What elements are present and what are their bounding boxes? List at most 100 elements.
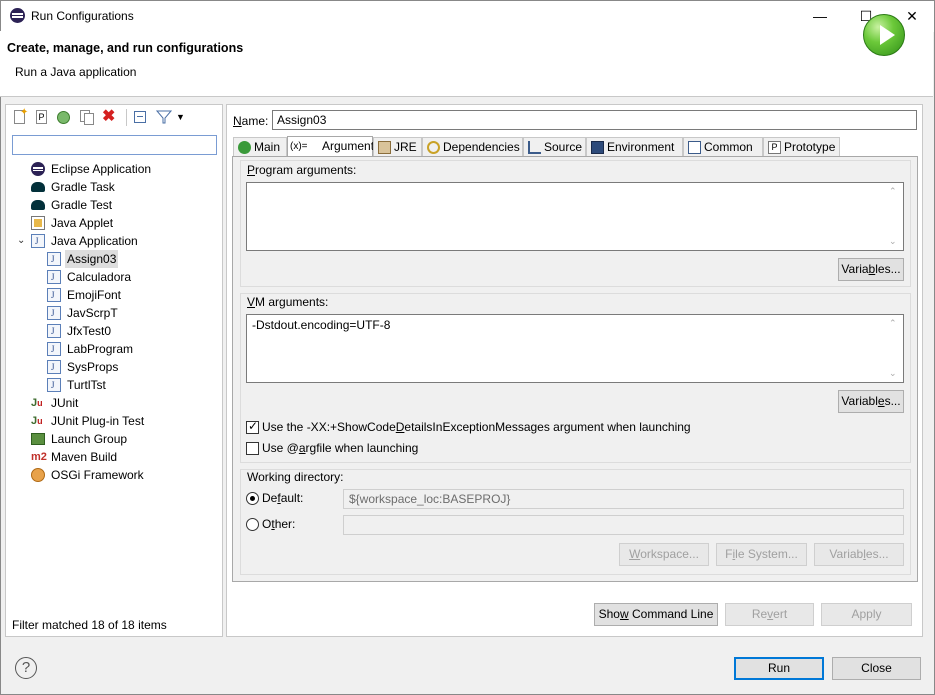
argfile-checkbox[interactable]	[246, 442, 259, 455]
tree-item-sysprops[interactable]: SysProps	[47, 358, 215, 376]
tab-prototype[interactable]: P Prototype	[763, 137, 840, 157]
vm-arguments-label: VM arguments:	[247, 295, 329, 309]
tree-item-label: Assign03	[65, 250, 119, 268]
tree-item-calculadora[interactable]: Calculadora	[47, 268, 215, 286]
gradle-elephant-icon	[31, 200, 45, 210]
java-applet-icon	[31, 216, 45, 230]
tree-item-label: Gradle Test	[51, 198, 113, 212]
toolbar-separator	[126, 109, 127, 126]
vm-arguments-scrollbar[interactable]: ⌃ ⌄	[886, 316, 902, 381]
tree-item-maven-build[interactable]: m2 Maven Build	[31, 448, 215, 466]
java-file-icon	[47, 342, 61, 356]
delete-configuration-icon[interactable]: ✖	[102, 109, 118, 125]
filter-icon[interactable]	[155, 109, 173, 125]
revert-button[interactable]: Revert	[725, 603, 814, 626]
new-prototype-icon[interactable]: P	[34, 109, 50, 125]
program-arguments-label: Program arguments:	[247, 163, 357, 177]
tree-item-emojifont[interactable]: EmojiFont	[47, 286, 215, 304]
tab-common[interactable]: Common	[683, 137, 763, 157]
java-file-icon	[47, 378, 61, 392]
junit-icon: Ju	[31, 397, 43, 409]
tree-item-assign03[interactable]: Assign03	[47, 250, 215, 268]
showcode-checkbox[interactable]	[246, 419, 259, 434]
program-arguments-field[interactable]: ⌃ ⌄	[246, 182, 904, 251]
tree-item-javscrpt[interactable]: JavScrpT	[47, 304, 215, 322]
apply-button[interactable]: Apply	[821, 603, 912, 626]
vm-variables-button[interactable]: Variables...	[838, 390, 904, 413]
tree-item-eclipse-application[interactable]: Eclipse Application	[31, 160, 215, 178]
common-tab-icon	[688, 141, 701, 154]
collapse-all-icon[interactable]	[133, 109, 149, 125]
left-toolbar: ✦ P ✖ ▼	[6, 105, 221, 129]
workspace-button[interactable]: Workspace...	[619, 543, 709, 566]
vm-arguments-field[interactable]: -Dstdout.encoding=UTF-8 ⌃ ⌄	[246, 314, 904, 383]
java-file-icon	[47, 252, 61, 266]
export-configuration-icon[interactable]	[56, 109, 72, 125]
tab-label: Source	[544, 140, 583, 154]
show-command-line-button[interactable]: Show Command Line	[594, 603, 718, 626]
tree-item-gradle-test[interactable]: Gradle Test	[31, 196, 215, 214]
tree-item-label: OSGi Framework	[51, 468, 144, 482]
tree-item-turtltst[interactable]: TurtlTst	[47, 376, 215, 394]
tree-item-label: TurtlTst	[67, 378, 106, 392]
launch-group-icon	[31, 433, 45, 445]
eclipse-icon	[10, 8, 25, 23]
gradle-elephant-icon	[31, 182, 45, 192]
duplicate-configuration-icon[interactable]	[79, 109, 95, 125]
chevron-down-icon[interactable]: ⌄	[17, 232, 25, 250]
tree-item-junit-plug-in-test[interactable]: Ju JUnit Plug-in Test	[31, 412, 215, 430]
tab-label: Common	[704, 140, 753, 154]
tab-environment[interactable]: Environment	[586, 137, 683, 157]
minimize-button[interactable]: —	[797, 1, 843, 32]
tree-item-label: JUnit	[51, 396, 79, 410]
tree-item-osgi-framework[interactable]: OSGi Framework	[31, 466, 215, 484]
tab-main[interactable]: Main	[233, 137, 287, 157]
tree-item-label: Java Application	[51, 234, 138, 248]
tree-item-labprogram[interactable]: LabProgram	[47, 340, 215, 358]
tree-item-jfxtest0[interactable]: JfxTest0	[47, 322, 215, 340]
filter-input[interactable]	[12, 135, 217, 155]
new-configuration-icon[interactable]: ✦	[12, 107, 28, 125]
help-icon[interactable]: ?	[15, 657, 37, 679]
working-directory-label: Working directory:	[247, 470, 344, 484]
tree-item-java-application[interactable]: Java Application ⌄	[17, 232, 215, 250]
tab-jre[interactable]: JRE	[373, 137, 422, 157]
program-arguments-scrollbar[interactable]: ⌃ ⌄	[886, 184, 902, 249]
program-variables-button[interactable]: Variables...	[838, 258, 904, 281]
arguments-tab-icon: (x)=	[290, 141, 308, 152]
junit-plugin-icon: Ju	[31, 415, 43, 427]
default-radio[interactable]	[246, 492, 259, 505]
tab-arguments[interactable]: (x)= Arguments	[287, 136, 380, 158]
tree-item-junit[interactable]: Ju JUnit	[31, 394, 215, 412]
tab-label: JRE	[394, 140, 417, 154]
title-bar[interactable]: Run Configurations — ☐ ✕	[1, 1, 934, 32]
header-title: Create, manage, and run configurations	[7, 41, 244, 55]
run-button[interactable]: Run	[734, 657, 824, 680]
tree-item-launch-group[interactable]: Launch Group	[31, 430, 215, 448]
tree-item-label: Maven Build	[51, 450, 118, 464]
tab-dependencies[interactable]: Dependencies	[422, 137, 523, 157]
tree-item-label: Gradle Task	[51, 180, 115, 194]
other-directory-field[interactable]	[343, 515, 904, 535]
tree-item-label: Java Applet	[51, 216, 114, 230]
run-play-icon	[880, 25, 895, 45]
other-radio[interactable]	[246, 518, 259, 531]
tab-source[interactable]: Source	[523, 137, 586, 157]
file-system-button[interactable]: File System...	[716, 543, 807, 566]
tab-label: Arguments	[322, 139, 381, 153]
jre-tab-icon	[378, 141, 391, 154]
working-directory-variables-button[interactable]: Variables...	[814, 543, 904, 566]
default-radio-label: Default:	[262, 491, 304, 505]
chevron-down-icon[interactable]: ▼	[176, 109, 192, 125]
java-file-icon	[47, 324, 61, 338]
tree-item-gradle-task[interactable]: Gradle Task	[31, 178, 215, 196]
tree-item-label: JfxTest0	[67, 324, 112, 338]
java-file-icon	[47, 288, 61, 302]
tree-item-label: JUnit Plug-in Test	[51, 414, 145, 428]
tab-label: Dependencies	[443, 140, 520, 154]
name-input[interactable]	[272, 110, 917, 130]
tree-item-label: Launch Group	[51, 432, 128, 446]
source-tab-icon	[528, 141, 541, 154]
close-button[interactable]: Close	[832, 657, 921, 680]
tree-item-java-applet[interactable]: Java Applet	[31, 214, 215, 232]
